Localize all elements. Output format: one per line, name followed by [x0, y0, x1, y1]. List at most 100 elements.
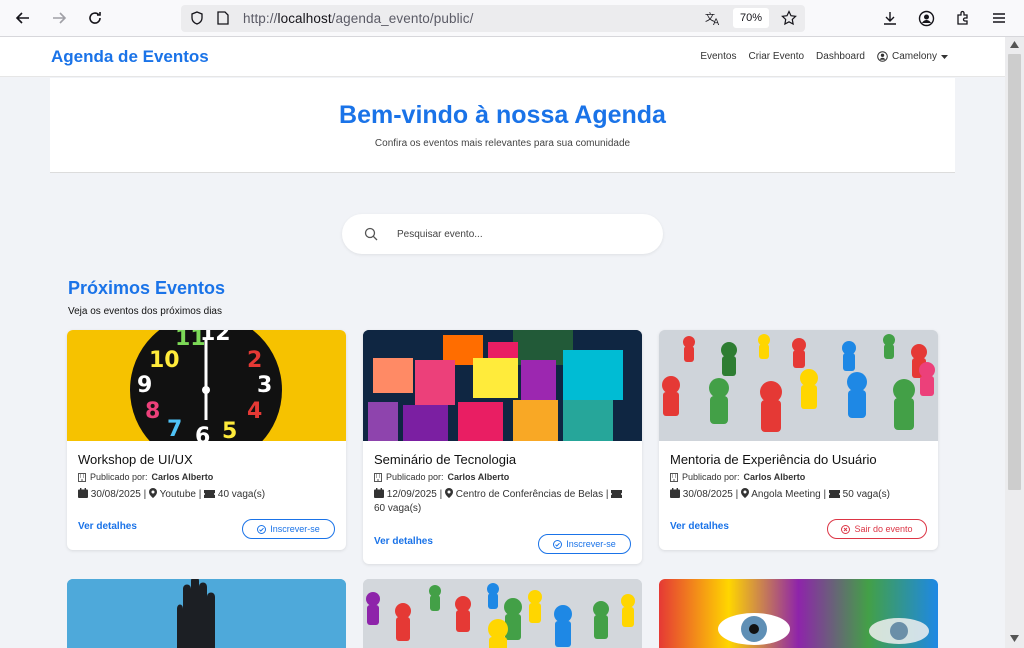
- user-name: Camelony: [891, 51, 937, 62]
- svg-text:8: 8: [145, 399, 160, 424]
- event-location: Centro de Conferências de Belas: [455, 489, 604, 500]
- section-subtitle: Veja os eventos dos próximos dias: [68, 306, 222, 317]
- publisher-label: Publicado por:: [386, 472, 444, 482]
- event-publisher: Publicado por: Carlos Alberto: [374, 472, 631, 482]
- extensions-icon[interactable]: [955, 10, 971, 31]
- event-image-clock[interactable]: 10 11 12 2 3 4 5 6 7 8 9: [67, 330, 346, 441]
- user-menu[interactable]: Camelony: [877, 51, 948, 62]
- event-location: Youtube: [159, 489, 196, 500]
- subscribe-button[interactable]: Inscrever-se: [538, 534, 631, 554]
- address-bar[interactable]: http://localhost/agenda_evento/public/ 文…: [181, 5, 805, 32]
- menu-icon[interactable]: [991, 10, 1007, 31]
- view-details-link[interactable]: Ver detalhes: [670, 521, 729, 532]
- calendar-icon: [374, 488, 384, 498]
- event-slots: 60 vaga(s): [374, 503, 422, 514]
- building-icon: [78, 472, 86, 482]
- subscribe-button[interactable]: Inscrever-se: [242, 519, 335, 539]
- nav-link-eventos[interactable]: Eventos: [700, 51, 736, 62]
- bookmark-star-icon[interactable]: [781, 10, 797, 31]
- event-title: Seminário de Tecnologia: [374, 452, 517, 467]
- check-circle-icon: [257, 524, 267, 534]
- url-text: http://localhost/agenda_evento/public/: [243, 11, 474, 26]
- nav-link-dashboard[interactable]: Dashboard: [816, 51, 865, 62]
- scroll-up-icon[interactable]: [1010, 41, 1019, 48]
- event-slots: 40 vaga(s): [217, 489, 266, 500]
- svg-text:3: 3: [257, 373, 272, 398]
- subscribe-label: Inscrever-se: [270, 524, 320, 534]
- event-date: 12/09/2025: [386, 489, 437, 500]
- publisher-name: Carlos Alberto: [151, 472, 214, 482]
- event-card: Seminário de Tecnologia Publicado por: C…: [363, 330, 642, 564]
- location-pin-icon: [741, 488, 749, 498]
- search-bar: [342, 214, 663, 254]
- hero-subtitle: Confira os eventos mais relevantes para …: [374, 138, 631, 149]
- publisher-label: Publicado por:: [90, 472, 148, 482]
- search-input[interactable]: [397, 225, 637, 243]
- calendar-icon: [78, 488, 88, 498]
- event-card: 10 11 12 2 3 4 5 6 7 8 9 Workshop de UI/…: [67, 330, 346, 550]
- location-pin-icon: [445, 488, 453, 498]
- hero-title: Bem-vindo à nossa Agenda: [339, 101, 666, 129]
- event-card-body: Mentoria de Experiência do Usuário Publi…: [659, 441, 938, 502]
- publisher-label: Publicado por:: [682, 472, 740, 482]
- brand-logo[interactable]: Agenda de Eventos: [51, 47, 209, 67]
- svg-text:A: A: [713, 18, 720, 26]
- view-details-link[interactable]: Ver detalhes: [374, 536, 433, 547]
- leave-event-button[interactable]: Sair do evento: [827, 519, 927, 539]
- publisher-name: Carlos Alberto: [743, 472, 806, 482]
- event-image-colorful-eye[interactable]: [659, 579, 938, 648]
- zoom-level-badge[interactable]: 70%: [733, 8, 769, 28]
- search-icon: [364, 227, 378, 241]
- event-image-pawns-2[interactable]: [363, 579, 642, 648]
- account-icon[interactable]: [918, 10, 935, 32]
- publisher-name: Carlos Alberto: [447, 472, 510, 482]
- building-icon: [670, 472, 678, 482]
- event-publisher: Publicado por: Carlos Alberto: [78, 472, 335, 482]
- event-image-blocks[interactable]: [363, 330, 642, 441]
- svg-text:4: 4: [247, 399, 262, 424]
- leave-event-label: Sair do evento: [854, 524, 913, 534]
- caret-down-icon: [941, 54, 948, 59]
- scroll-down-icon[interactable]: [1010, 635, 1019, 642]
- event-info: 30/08/2025 | Youtube | 40 vaga(s): [78, 488, 335, 502]
- nav-link-criar-evento[interactable]: Criar Evento: [748, 51, 804, 62]
- downloads-icon[interactable]: [882, 10, 898, 31]
- reload-icon[interactable]: [83, 6, 107, 30]
- site-navbar: Agenda de Eventos Eventos Criar Evento D…: [0, 37, 1005, 77]
- shield-icon[interactable]: [190, 11, 204, 30]
- translate-icon[interactable]: 文A: [705, 10, 721, 31]
- nav-links: Eventos Criar Evento Dashboard Camelony: [700, 51, 948, 62]
- event-info: 12/09/2025 | Centro de Conferências de B…: [374, 488, 631, 516]
- back-icon[interactable]: [11, 6, 35, 30]
- svg-text:7: 7: [167, 417, 182, 441]
- section-title: Próximos Eventos: [68, 278, 226, 298]
- building-icon: [374, 472, 382, 482]
- event-title: Workshop de UI/UX: [78, 452, 193, 467]
- view-details-link[interactable]: Ver detalhes: [78, 521, 137, 532]
- scroll-thumb[interactable]: [1008, 54, 1021, 490]
- page-icon[interactable]: [217, 11, 229, 30]
- page-scrollbar[interactable]: [1005, 37, 1024, 648]
- svg-text:10: 10: [149, 348, 180, 373]
- forward-icon[interactable]: [47, 6, 71, 30]
- ticket-icon: [828, 490, 840, 498]
- svg-text:5: 5: [222, 419, 237, 441]
- event-card-body: Workshop de UI/UX Publicado por: Carlos …: [67, 441, 346, 502]
- event-location: Angola Meeting: [751, 489, 821, 500]
- event-image-pawns[interactable]: [659, 330, 938, 441]
- location-pin-icon: [149, 488, 157, 498]
- event-card: Mentoria de Experiência do Usuário Publi…: [659, 330, 938, 550]
- svg-text:6: 6: [195, 424, 210, 441]
- event-title: Mentoria de Experiência do Usuário: [670, 452, 877, 467]
- svg-text:9: 9: [137, 373, 152, 398]
- calendar-icon: [670, 488, 680, 498]
- event-image-robot-hand[interactable]: [67, 579, 346, 648]
- ticket-icon: [204, 490, 216, 498]
- check-circle-icon: [553, 539, 563, 549]
- user-circle-icon: [877, 51, 888, 62]
- hero-banner: Bem-vindo à nossa Agenda Confira os even…: [50, 78, 955, 173]
- subscribe-label: Inscrever-se: [566, 539, 616, 549]
- event-info: 30/08/2025 | Angola Meeting | 50 vaga(s): [670, 488, 927, 502]
- event-slots: 50 vaga(s): [842, 489, 890, 500]
- x-circle-icon: [841, 524, 851, 534]
